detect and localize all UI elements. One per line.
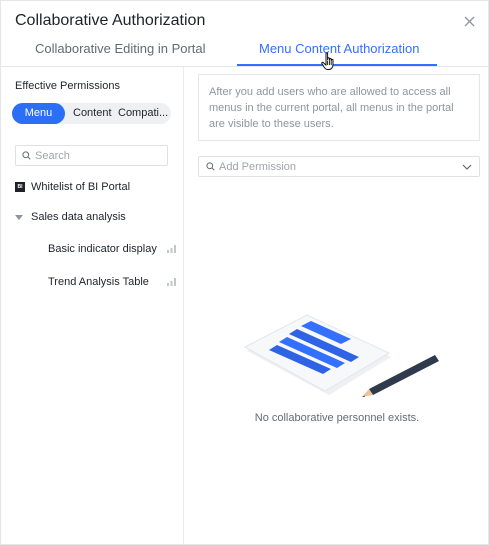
empty-document-illustration <box>243 314 439 397</box>
collaborative-authorization-dialog: Collaborative Authorization Collaborativ… <box>0 0 489 545</box>
tree-folder-label: Sales data analysis <box>31 211 126 223</box>
close-icon[interactable] <box>460 12 478 30</box>
tab-menu-content-authorization[interactable]: Menu Content Authorization <box>259 41 419 56</box>
segment-compatibility[interactable]: Compati... <box>118 103 171 124</box>
tree-item-basic-indicator-display[interactable]: Basic indicator display <box>48 243 176 255</box>
bar-chart-icon <box>167 245 176 253</box>
caret-down-icon[interactable] <box>15 214 23 220</box>
tree-item-trend-analysis-table[interactable]: Trend Analysis Table <box>48 276 176 288</box>
tab-bar: Collaborative Editing in Portal Menu Con… <box>1 37 489 67</box>
header-divider <box>1 66 489 67</box>
tree-item-label: Basic indicator display <box>48 243 157 255</box>
search-icon <box>206 162 215 171</box>
search-icon <box>22 151 31 160</box>
dialog-title: Collaborative Authorization <box>15 12 206 29</box>
search-placeholder: Search <box>35 149 70 162</box>
segment-menu[interactable]: Menu <box>12 103 65 124</box>
effective-permissions-heading: Effective Permissions <box>15 80 120 92</box>
add-permission-select[interactable]: Add Permission <box>198 156 480 177</box>
empty-state-message: No collaborative personnel exists. <box>254 412 420 424</box>
permission-type-segmented-control: Menu Content Compati... <box>12 103 171 124</box>
left-search-input[interactable]: Search <box>15 145 168 166</box>
tree-root-whitelist[interactable]: BI Whitelist of BI Portal <box>15 181 130 193</box>
tree-root-label: Whitelist of BI Portal <box>31 181 131 193</box>
chevron-down-icon <box>462 164 472 170</box>
add-permission-placeholder: Add Permission <box>219 160 297 173</box>
panel-divider <box>183 67 184 545</box>
bar-chart-icon <box>167 278 176 286</box>
hand-pointer-icon <box>321 52 334 70</box>
tree-item-label: Trend Analysis Table <box>48 276 149 288</box>
info-notice: After you add users who are allowed to a… <box>198 74 480 141</box>
segment-content[interactable]: Content <box>73 103 112 124</box>
tree-folder-sales-data-analysis[interactable]: Sales data analysis <box>15 211 126 223</box>
tab-collaborative-editing[interactable]: Collaborative Editing in Portal <box>35 41 206 56</box>
bi-portal-icon: BI <box>15 182 25 192</box>
